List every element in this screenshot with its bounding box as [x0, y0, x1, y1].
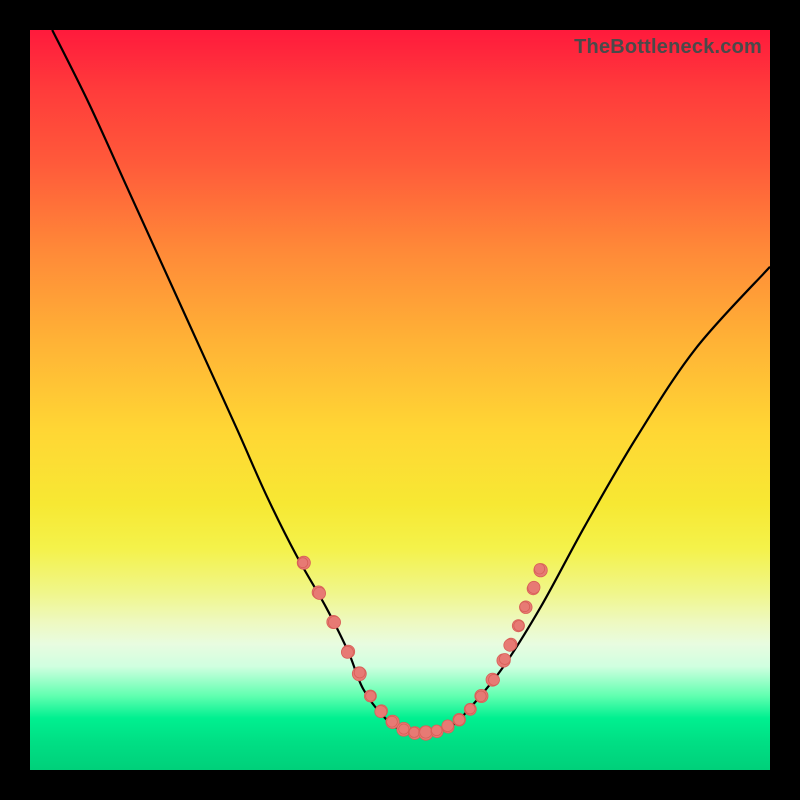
sample-dot	[328, 616, 340, 628]
sample-dot	[489, 674, 500, 685]
sample-dot	[514, 621, 524, 631]
sample-dot	[442, 720, 454, 732]
chart-frame: TheBottleneck.com	[0, 0, 800, 800]
sample-dot	[476, 691, 487, 702]
sample-dot	[399, 724, 409, 734]
sample-dot	[520, 602, 530, 612]
bottleneck-curve	[52, 30, 770, 734]
chart-svg	[30, 30, 770, 770]
sample-dot	[409, 727, 419, 737]
sample-dot	[420, 726, 432, 738]
sample-dot	[354, 667, 365, 678]
sample-dot	[504, 639, 516, 651]
sample-dot	[454, 714, 465, 725]
plot-area: TheBottleneck.com	[30, 30, 770, 770]
sample-dot	[499, 654, 510, 665]
sample-dot	[298, 558, 308, 568]
sample-dot	[366, 691, 376, 701]
sample-dot	[341, 646, 353, 658]
sample-dots-group	[297, 556, 547, 740]
sample-dot	[313, 587, 325, 599]
sample-dot	[534, 564, 544, 574]
sample-dot	[528, 581, 540, 593]
sample-dot	[465, 704, 475, 714]
sample-dot	[387, 716, 398, 727]
sample-dot	[431, 725, 442, 736]
sample-dot	[375, 706, 387, 718]
